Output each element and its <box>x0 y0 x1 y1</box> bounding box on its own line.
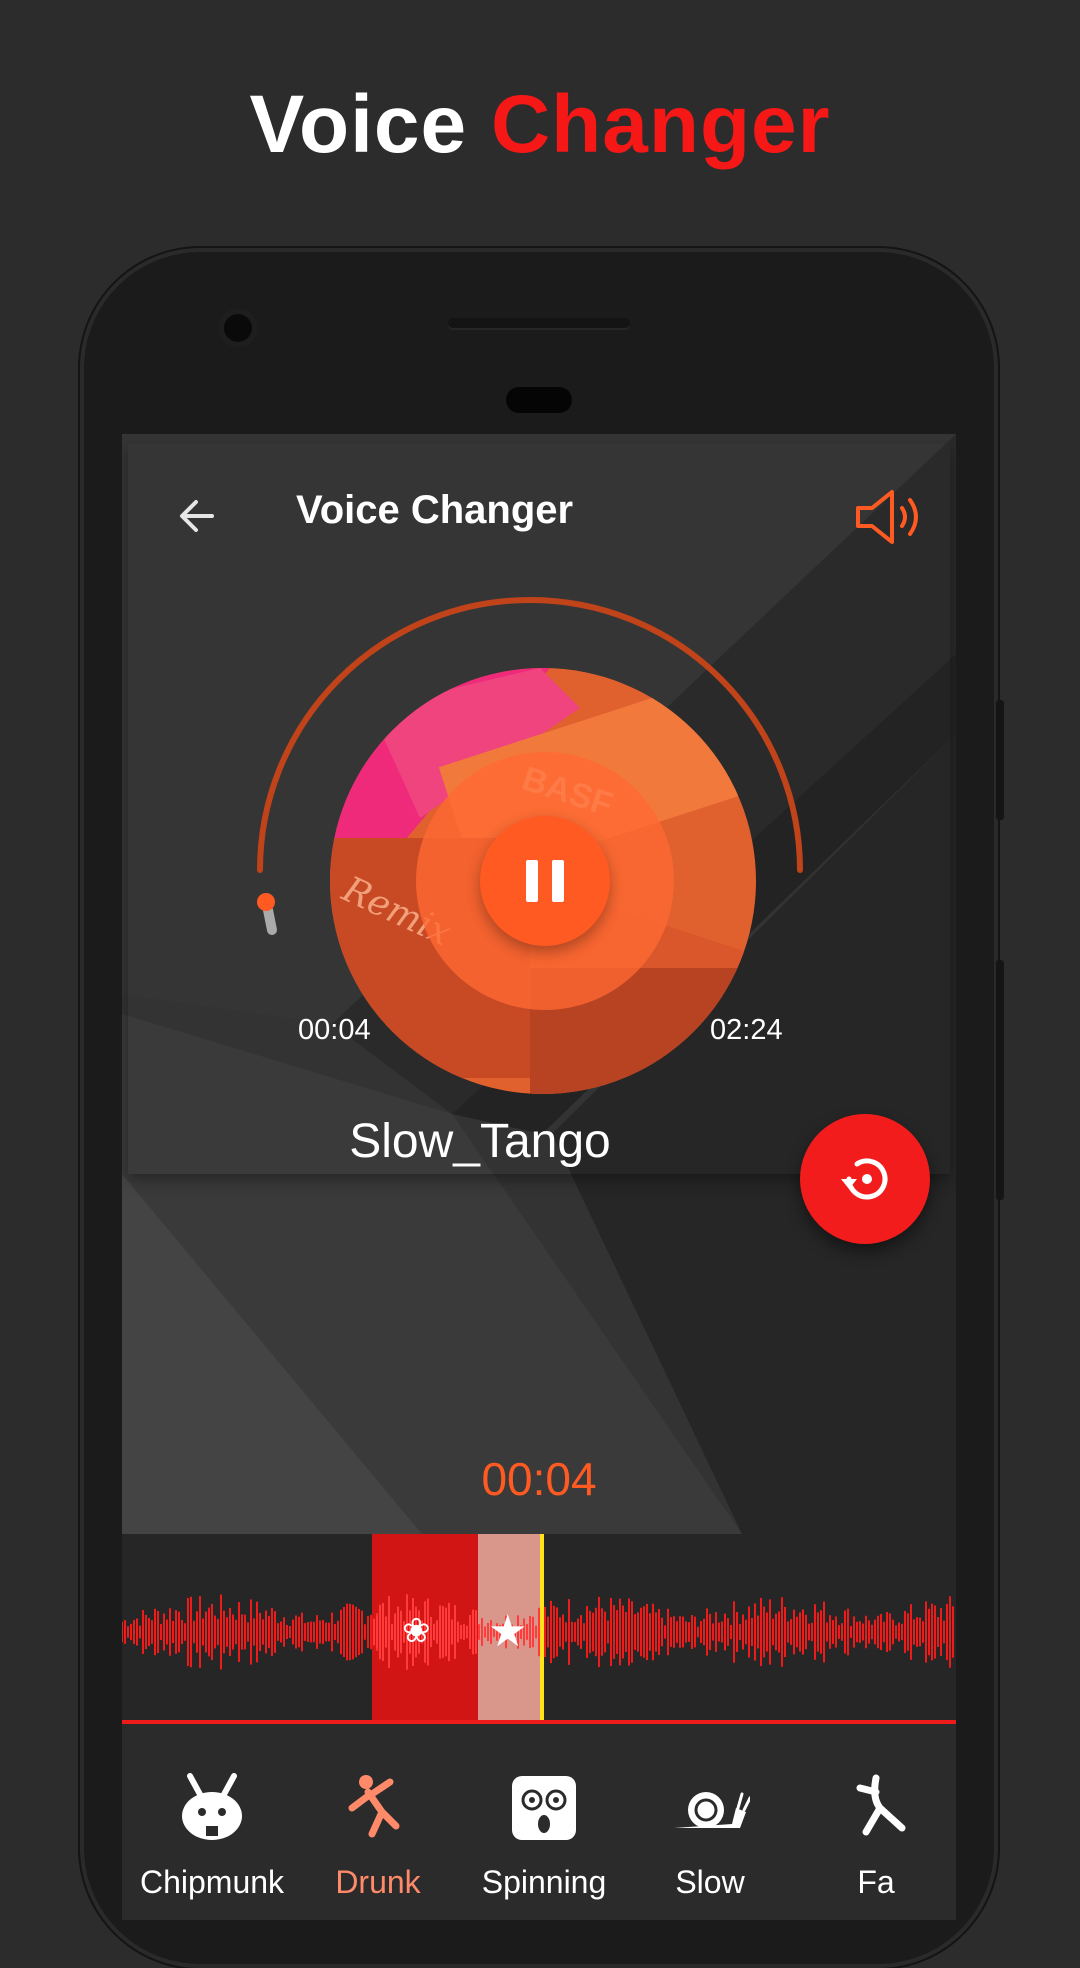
effect-drunk[interactable]: Drunk <box>288 1724 468 1920</box>
speaker-icon[interactable] <box>850 482 930 552</box>
app-screen: Voice Changer BASF Remix <box>122 434 956 1920</box>
effects-bar: Chipmunk Drunk Spinning Slow Fa <box>122 1724 956 1920</box>
effect-label: Slow <box>675 1864 745 1900</box>
elapsed-time: 00:04 <box>298 1014 371 1046</box>
pause-button[interactable] <box>480 816 610 946</box>
player-card: Voice Changer BASF Remix <box>128 444 950 1174</box>
effect-label: Spinning <box>481 1864 607 1900</box>
total-time: 02:24 <box>710 1014 783 1046</box>
drunk-region-icon: ★ <box>488 1606 527 1657</box>
back-arrow-icon[interactable] <box>168 486 228 546</box>
restore-icon <box>841 1158 888 1200</box>
chipmunk-icon <box>182 1773 242 1840</box>
front-camera <box>218 308 258 348</box>
effect-label: Chipmunk <box>139 1864 285 1900</box>
effect-label: Fa <box>857 1864 895 1900</box>
effect-spinning[interactable]: Spinning <box>454 1724 634 1920</box>
headline-word-voice: Voice <box>249 79 468 170</box>
drunk-person-icon <box>348 1775 400 1838</box>
effect-label: Drunk <box>335 1864 421 1900</box>
timeline-time: 00:04 <box>481 1453 597 1505</box>
effect-partial[interactable]: Fa <box>786 1724 956 1920</box>
waveform-panel[interactable]: ❀ ★ <box>122 1534 956 1724</box>
effect-chipmunk[interactable]: Chipmunk <box>122 1724 302 1920</box>
app-title: Voice Changer <box>296 488 574 532</box>
effect-slow[interactable]: Slow <box>620 1724 800 1920</box>
person-icon <box>856 1774 906 1836</box>
phone-side-button <box>996 700 1004 820</box>
pause-icon <box>526 860 538 902</box>
pause-icon-bar-2 <box>552 860 564 902</box>
proximity-sensor <box>506 387 572 413</box>
promo-headline: Voice Changer <box>0 78 1080 172</box>
progress-knob <box>257 893 275 911</box>
chipmunk-region-icon: ❀ <box>402 1611 431 1651</box>
spinning-face-icon <box>512 1776 576 1840</box>
headline-word-changer: Changer <box>490 79 831 170</box>
reset-button[interactable] <box>800 1114 930 1244</box>
phone-volume-button <box>996 960 1004 1200</box>
earpiece-speaker <box>448 318 630 328</box>
playhead[interactable] <box>540 1534 544 1724</box>
track-name: Slow_Tango <box>349 1115 611 1168</box>
snail-icon <box>674 1792 750 1828</box>
